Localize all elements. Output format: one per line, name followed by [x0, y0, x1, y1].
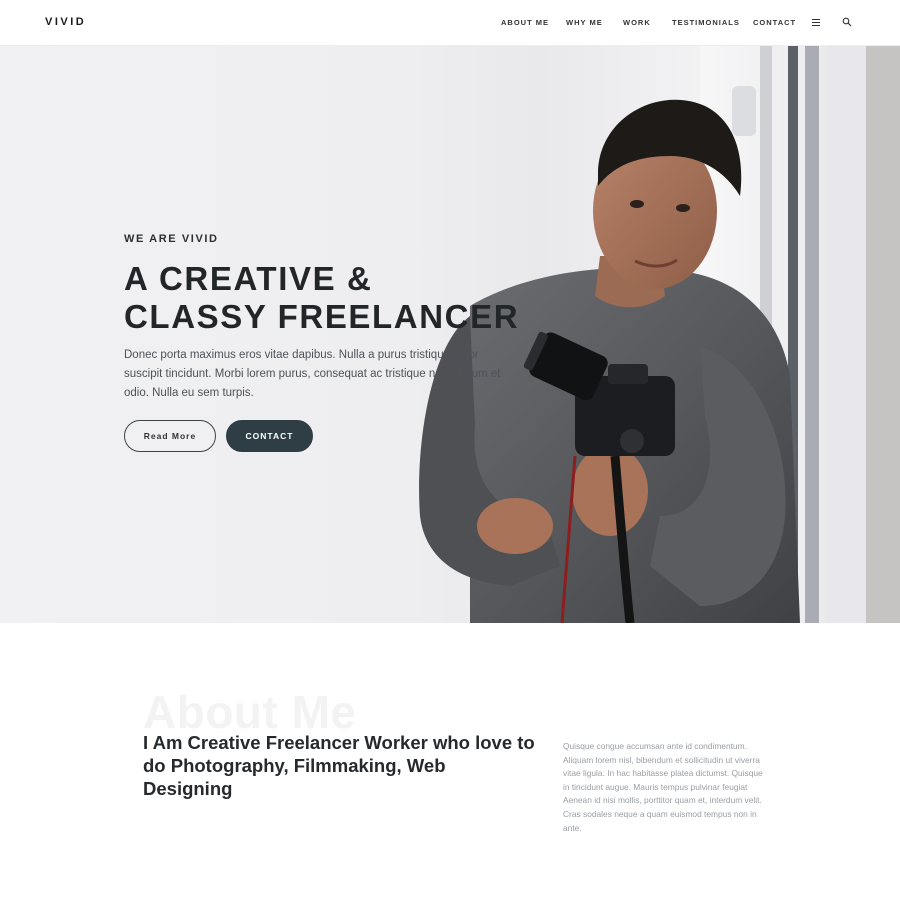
hero-description: Donec porta maximus eros vitae dapibus. …	[124, 349, 501, 399]
nav-link-contact[interactable]: CONTACT	[753, 18, 796, 27]
about-heading: I Am Creative Freelancer Worker who love…	[143, 732, 535, 799]
contact-button[interactable]: CONTACT	[226, 420, 313, 452]
nav-link-testimonials[interactable]: TESTIMONIALS	[672, 18, 740, 27]
search-icon[interactable]	[842, 17, 852, 27]
read-more-button[interactable]: Read More	[124, 420, 216, 452]
nav-link-why-me[interactable]: WHY ME	[566, 18, 603, 27]
hero-text-block: WE ARE VIVID A CREATIVE & CLASSY FREELAN…	[124, 46, 544, 623]
about-section: About Me I Am Creative Freelancer Worker…	[0, 623, 900, 900]
about-body-text: Quisque congue accumsan ante id condimen…	[563, 741, 763, 833]
hero-headline: A CREATIVE & CLASSY FREELANCER	[124, 260, 520, 335]
nav-link-about-me[interactable]: ABOUT ME	[501, 18, 549, 27]
top-navigation: VIVID ABOUT ME WHY ME WORK TESTIMONIALS …	[0, 0, 900, 46]
hero-section: WE ARE VIVID A CREATIVE & CLASSY FREELAN…	[0, 46, 900, 623]
hamburger-menu-icon[interactable]	[812, 18, 821, 27]
nav-link-work[interactable]: WORK	[623, 18, 651, 27]
hero-eyebrow: WE ARE VIVID	[124, 233, 219, 245]
main-menu: ABOUT ME WHY ME WORK TESTIMONIALS CONTAC…	[0, 18, 900, 30]
